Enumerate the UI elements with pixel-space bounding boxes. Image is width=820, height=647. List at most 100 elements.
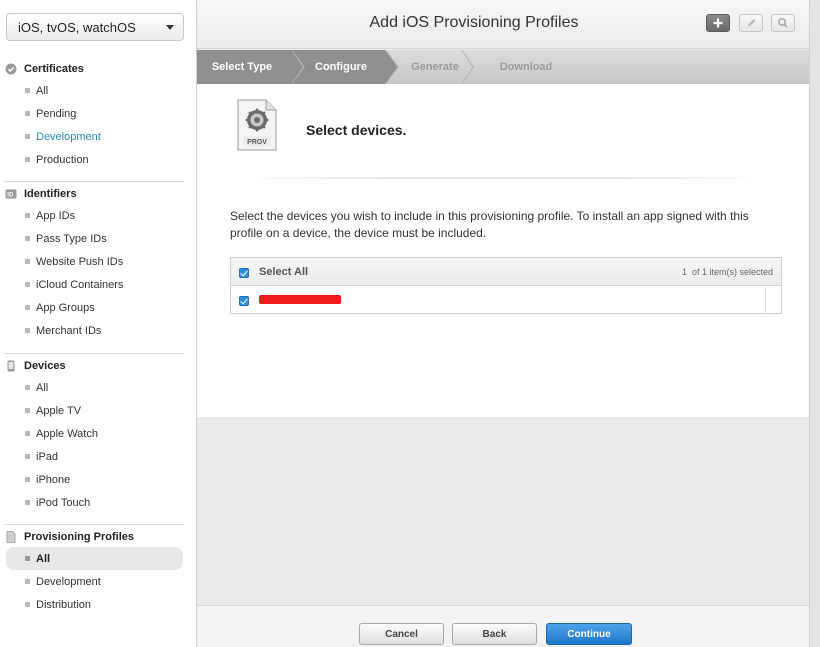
platform-select[interactable]: iOS, tvOS, watchOS — [6, 13, 184, 41]
sidebar-item-ipod-touch[interactable]: iPod Touch — [0, 491, 197, 514]
edit-icon — [748, 19, 756, 27]
sidebar-item-apple-tv[interactable]: Apple TV — [0, 399, 197, 422]
section-title: Provisioning Profiles — [24, 531, 135, 543]
bullet-icon — [25, 213, 30, 218]
section-title: Identifiers — [24, 188, 77, 200]
section-devices: Devices All Apple TV Apple Watch iPad iP… — [0, 356, 197, 514]
sidebar-item-label: App Groups — [36, 301, 95, 314]
bullet-icon — [25, 579, 30, 584]
description-text: Select the devices you wish to include i… — [230, 209, 749, 240]
step-download: Download — [477, 50, 567, 84]
step-label: Configure — [315, 61, 367, 73]
main-panel: Add iOS Provisioning Profiles Select Typ… — [197, 0, 820, 647]
section-header-identifiers[interactable]: ID Identifiers — [0, 184, 197, 204]
add-button[interactable] — [706, 14, 730, 32]
scrollbar-track[interactable] — [809, 0, 820, 647]
step-configure: Configure — [291, 50, 399, 84]
svg-text:ID: ID — [7, 193, 14, 199]
sidebar-item-merchant-ids[interactable]: Merchant IDs — [0, 319, 197, 342]
step-separator — [461, 50, 474, 84]
sidebar-item-label: iPod Touch — [36, 496, 91, 509]
bullet-icon — [25, 157, 30, 162]
chevron-down-icon — [166, 25, 174, 30]
sidebar-item-certificates-pending[interactable]: Pending — [0, 102, 197, 125]
cancel-button[interactable]: Cancel — [359, 623, 444, 645]
sidebar-item-website-push-ids[interactable]: Website Push IDs — [0, 250, 197, 273]
sidebar-item-certificates-production[interactable]: Production — [0, 148, 197, 171]
sidebar-item-label: App IDs — [36, 209, 76, 222]
footer-actions: Cancel Back Continue — [197, 605, 809, 647]
sidebar-item-label: Apple TV — [36, 404, 82, 417]
add-icon — [713, 18, 723, 28]
bullet-icon — [25, 431, 30, 436]
section-certificates: Certificates All Pending Development Pro… — [0, 59, 197, 171]
sidebar-item-certificates-all[interactable]: All — [0, 79, 197, 102]
back-button[interactable]: Back — [452, 623, 537, 645]
bullet-icon — [25, 236, 30, 241]
sidebar-item-icloud-containers[interactable]: iCloud Containers — [0, 273, 197, 296]
sidebar-item-iphone[interactable]: iPhone — [0, 468, 197, 491]
sidebar-item-apple-watch[interactable]: Apple Watch — [0, 422, 197, 445]
wizard-steps: Select Type Configure Generate Download — [197, 50, 809, 84]
redacted-device-name — [259, 295, 341, 304]
bullet-icon — [25, 134, 30, 139]
sidebar-item-profiles-development[interactable]: Development — [0, 570, 197, 593]
sidebar-item-label: All — [36, 84, 49, 97]
section-title: Certificates — [24, 63, 84, 75]
device-icon — [7, 360, 15, 372]
platform-select-value: iOS, tvOS, watchOS — [18, 19, 136, 35]
divider — [4, 524, 184, 525]
selection-count: 1 of 1 item(s) selected — [681, 267, 773, 277]
edit-button[interactable] — [739, 14, 763, 32]
sidebar-item-label: All — [36, 381, 49, 394]
bullet-icon — [25, 385, 30, 390]
section-header-certificates[interactable]: Certificates — [0, 59, 197, 79]
profile-icon — [6, 531, 16, 543]
sidebar: iOS, tvOS, watchOS Certificates All Pend… — [0, 0, 197, 647]
sidebar-item-profiles-distribution[interactable]: Distribution — [0, 593, 197, 616]
section-title: Devices — [24, 360, 66, 372]
sidebar-item-devices-all[interactable]: All — [0, 376, 197, 399]
bullet-icon — [25, 282, 30, 287]
select-all-label: Select All — [259, 266, 309, 278]
bullet-icon — [25, 328, 30, 333]
provisioning-profile-icon: PROV — [237, 99, 277, 151]
sidebar-item-label: iCloud Containers — [36, 278, 124, 291]
bullet-icon — [25, 88, 30, 93]
bullet-icon — [25, 305, 30, 310]
certificate-icon — [5, 63, 17, 75]
sidebar-item-ipad[interactable]: iPad — [0, 445, 197, 468]
search-button[interactable] — [771, 14, 795, 32]
divider — [4, 181, 184, 182]
sidebar-item-label: Website Push IDs — [36, 255, 124, 268]
sidebar-item-label: All — [36, 552, 51, 565]
step-label: Select Type — [211, 61, 273, 73]
bullet-icon — [25, 602, 30, 607]
select-all-checkbox[interactable] — [239, 268, 249, 278]
sidebar-item-label: Production — [36, 153, 89, 166]
sidebar-item-app-groups[interactable]: App Groups — [0, 296, 197, 319]
id-icon: ID — [5, 189, 17, 199]
sidebar-item-label: Pass Type IDs — [36, 232, 107, 245]
sidebar-item-certificates-development[interactable]: Development — [0, 125, 197, 148]
bullet-icon — [25, 408, 30, 413]
section-header-devices[interactable]: Devices — [0, 356, 197, 376]
sidebar-item-pass-type-ids[interactable]: Pass Type IDs — [0, 227, 197, 250]
sidebar-item-label: Apple Watch — [36, 427, 98, 440]
divider — [243, 177, 765, 179]
bullet-icon — [25, 500, 30, 505]
sidebar-item-label: Merchant IDs — [36, 324, 102, 337]
title-bar: Add iOS Provisioning Profiles — [197, 0, 820, 49]
section-header-provisioning-profiles[interactable]: Provisioning Profiles — [0, 527, 197, 547]
device-checkbox[interactable] — [239, 296, 249, 306]
sidebar-item-label: iPad — [36, 450, 59, 463]
sidebar-item-label: Pending — [36, 107, 77, 120]
sidebar-item-app-ids[interactable]: App IDs — [0, 204, 197, 227]
icon-label: PROV — [247, 139, 267, 146]
continue-button[interactable]: Continue — [546, 623, 632, 645]
step-label: Download — [499, 61, 553, 73]
sidebar-item-profiles-all[interactable]: All — [6, 547, 183, 570]
table-row[interactable] — [231, 287, 766, 313]
sidebar-item-label: Distribution — [36, 598, 92, 611]
search-icon — [778, 17, 788, 28]
